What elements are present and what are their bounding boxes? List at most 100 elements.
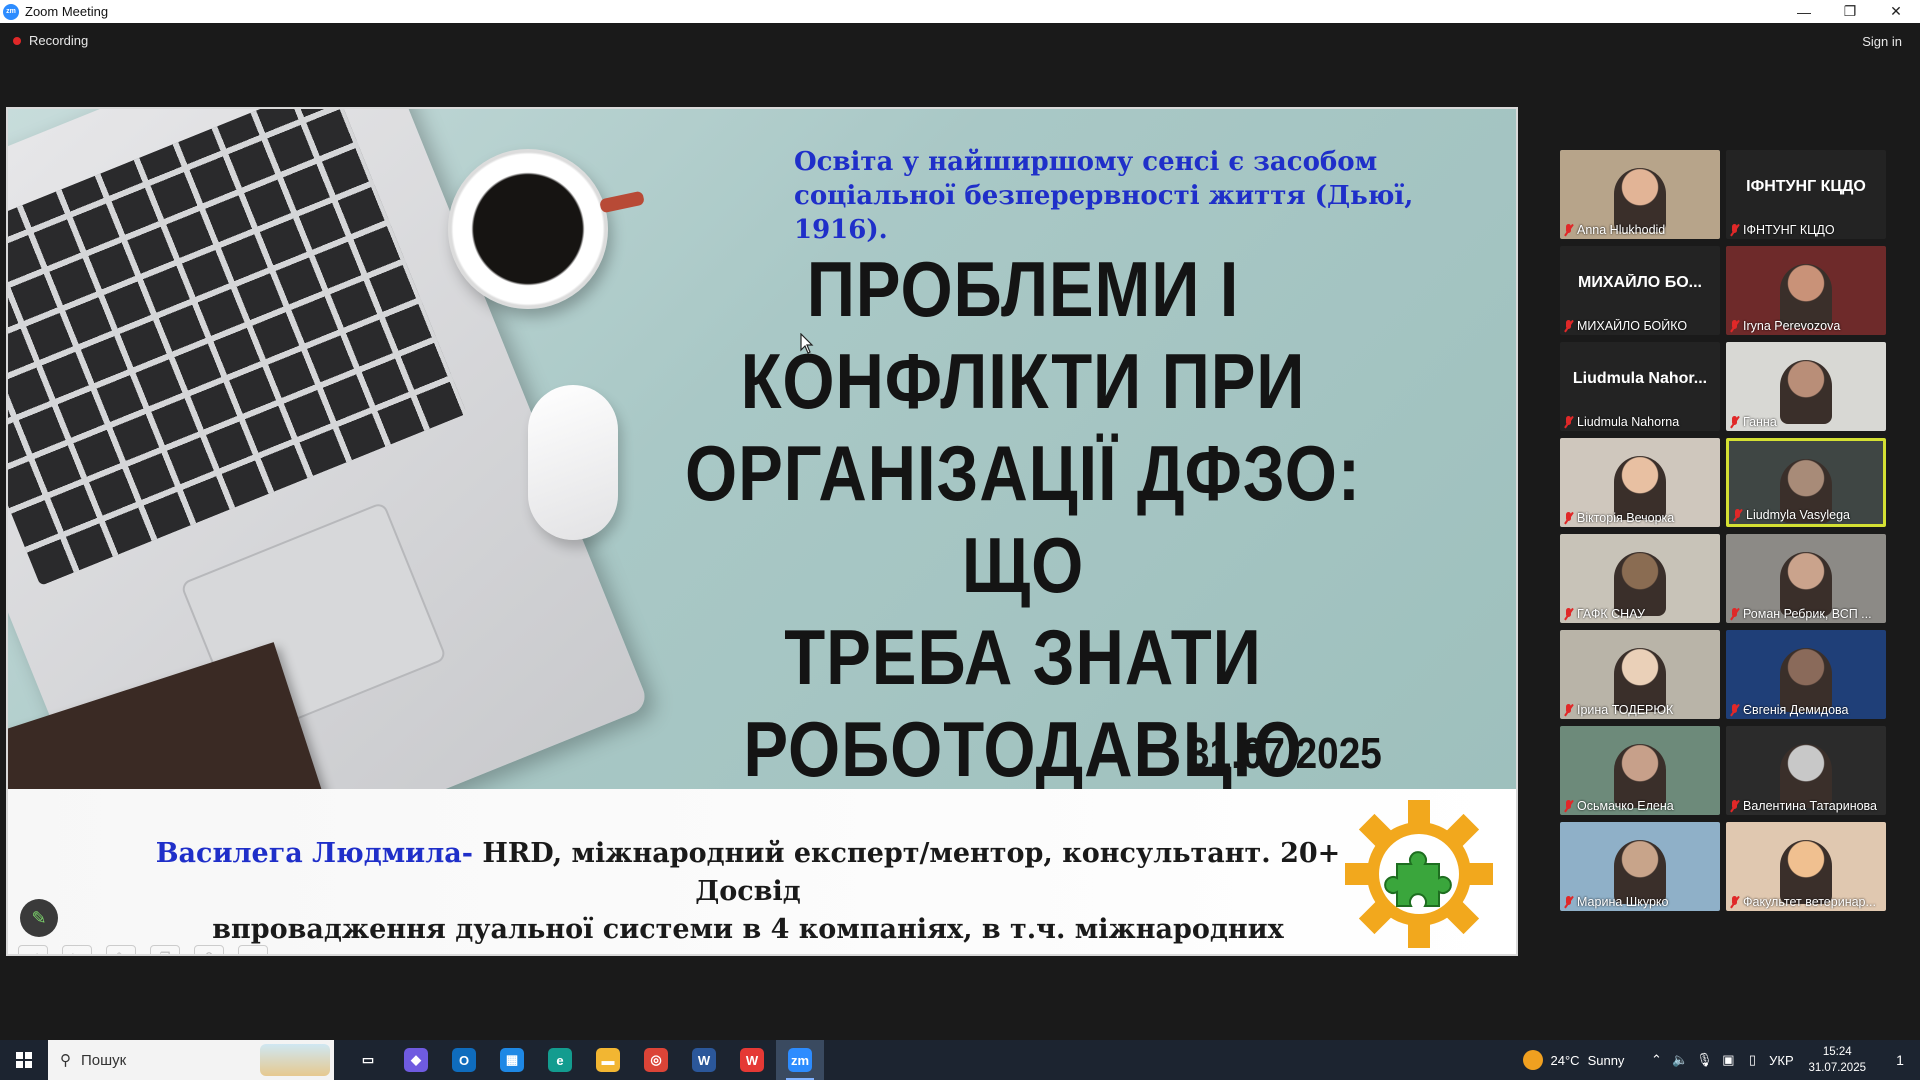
recording-label: Recording [29, 33, 89, 48]
chrome-icon-glyph: ◎ [644, 1048, 668, 1072]
computer-mouse-image [528, 385, 618, 540]
participant-name: Євгенія Демидова [1743, 703, 1849, 717]
zoom-app-icon: zm [3, 3, 19, 20]
participant-tile[interactable]: ГАФК СНАУ [1560, 534, 1720, 623]
restore-icon[interactable]: ❐ [1827, 0, 1873, 23]
participant-tile[interactable]: Роман Ребрик, ВСП ... [1726, 534, 1886, 623]
zoom-icon-glyph: zm [788, 1048, 812, 1072]
annotate-pen-button[interactable]: ✎ [20, 899, 58, 937]
start-button[interactable] [0, 1040, 48, 1080]
wps-icon[interactable]: W [728, 1040, 776, 1080]
microphone-icon[interactable]: 🎙 [1692, 1052, 1716, 1068]
edge-icon[interactable]: e [536, 1040, 584, 1080]
store-icon[interactable]: ▦ [488, 1040, 536, 1080]
participant-name: Вікторія Вечорка [1577, 511, 1675, 525]
participant-tile[interactable]: Осьмачко Елена [1560, 726, 1720, 815]
chrome-icon[interactable]: ◎ [632, 1040, 680, 1080]
participant-name: Марина Шкурко [1577, 895, 1669, 909]
sun-icon [1522, 1050, 1543, 1070]
recording-indicator[interactable]: Recording [13, 33, 88, 48]
explorer-icon[interactable]: ▬ [584, 1040, 632, 1080]
copilot-icon-glyph: ◆ [404, 1048, 428, 1072]
participant-name: ГАФК СНАУ [1577, 607, 1645, 621]
slide-speaker-panel: Василега Людмила- HRD, міжнародний експе… [8, 789, 1516, 954]
taskbar-clock[interactable]: 15:24 31.07.2025 [1808, 1044, 1866, 1076]
keyboard-image [8, 109, 467, 586]
participant-tile[interactable]: ІФНТУНГ КЦДО ІФНТУНГ КЦДО [1726, 150, 1886, 239]
participant-tile[interactable]: Євгенія Демидова [1726, 630, 1886, 719]
more-icon[interactable]: … [238, 945, 268, 954]
participant-name: Anna Hlukhodid [1577, 223, 1666, 237]
participant-name: МИХАЙЛО БОЙКО [1577, 319, 1688, 333]
zoom-icon[interactable]: ⚲ [194, 945, 224, 954]
weather-widget[interactable]: 24°C Sunny [1522, 1050, 1624, 1070]
outlook-icon[interactable]: O [440, 1040, 488, 1080]
participant-name: Liudmula Nahorna [1577, 415, 1680, 429]
participant-name-label: Марина Шкурко [1564, 895, 1716, 909]
pen-icon: ✎ [31, 907, 47, 928]
participant-name: Роман Ребрик, ВСП ... [1743, 607, 1872, 621]
participant-tile[interactable]: Liudmula Nahor... Liudmula Nahorna [1560, 342, 1720, 431]
participant-tile[interactable]: Anna Hlukhodid [1560, 150, 1720, 239]
taskbar-search[interactable]: ⚲ Пошук [48, 1040, 334, 1080]
slide-title-line: ОРГАНІЗАЦІЇ ДФЗО: ЩО [685, 429, 1361, 609]
word-icon[interactable]: W [680, 1040, 728, 1080]
minimize-icon[interactable]: — [1781, 0, 1827, 23]
mic-muted-icon [1730, 800, 1739, 812]
participant-name-label: Осьмачко Елена [1564, 799, 1716, 813]
participant-tile[interactable]: Факультет ветеринар... [1726, 822, 1886, 911]
participant-tile[interactable]: Марина Шкурко [1560, 822, 1720, 911]
mic-muted-icon [1730, 896, 1739, 908]
recording-dot-icon [13, 36, 21, 45]
participant-display-name: ІФНТУНГ КЦДО [1746, 178, 1866, 195]
notification-center-icon[interactable]: 1 [1880, 1040, 1920, 1080]
participant-tile[interactable]: Валентина Татаринова [1726, 726, 1886, 815]
clock-date: 31.07.2025 [1808, 1062, 1866, 1074]
window-title: Zoom Meeting [25, 4, 109, 19]
pencil-icon[interactable]: ✎ [106, 945, 136, 954]
participant-name-label: Вікторія Вечорка [1564, 511, 1716, 525]
sign-in-link[interactable]: Sign in [1862, 34, 1902, 49]
participant-name: Iryna Perevozova [1743, 319, 1841, 333]
network-icon[interactable]: ▯ [1740, 1052, 1764, 1068]
edge-icon-glyph: e [548, 1048, 572, 1072]
search-highlight-image [260, 1044, 330, 1076]
participant-name-label: Liudmyla Vasylega [1733, 508, 1879, 522]
speaker-icon[interactable]: 🔈 [1668, 1052, 1692, 1068]
participant-tile[interactable]: МИХАЙЛО БО... МИХАЙЛО БОЙКО [1560, 246, 1720, 335]
mic-muted-icon [1564, 608, 1573, 620]
task-view-icon[interactable]: ▭ [344, 1040, 392, 1080]
slide-title-line: ТРЕБА ЗНАТИ [784, 613, 1262, 701]
slide-title-line: ПРОБЛЕМИ І [806, 245, 1240, 333]
store-icon-glyph: ▦ [500, 1048, 524, 1072]
back-arrow-icon[interactable]: ◀ [18, 945, 48, 954]
mic-muted-icon [1564, 800, 1573, 812]
participant-name-label: ІФНТУНГ КЦДО [1730, 223, 1882, 237]
window-titlebar: zm Zoom Meeting — ❐ ✕ [0, 0, 1920, 23]
slide-title-line: КОНФЛІКТИ ПРИ [740, 337, 1306, 425]
participant-tile[interactable]: Ірина ТОДЕРЮК [1560, 630, 1720, 719]
language-indicator[interactable]: УКР [1764, 1053, 1798, 1068]
participant-name: Liudmyla Vasylega [1746, 508, 1850, 522]
slide-quote: Освіта у найширшому сенсі є засобом соці… [794, 147, 1414, 245]
copilot-icon[interactable]: ◆ [392, 1040, 440, 1080]
mic-muted-icon [1564, 704, 1573, 716]
speaker-description-1: HRD, міжнародний експерт/ментор, консуль… [472, 838, 1341, 907]
forward-arrow-icon[interactable]: ▶ [62, 945, 92, 954]
participant-name-label: ГАФК СНАУ [1564, 607, 1716, 621]
participant-name-label: Роман Ребрик, ВСП ... [1730, 607, 1882, 621]
participant-tile[interactable]: Liudmyla Vasylega [1726, 438, 1886, 527]
participant-tile[interactable]: Iryna Perevozova [1726, 246, 1886, 335]
mic-muted-icon [1564, 224, 1573, 236]
taskbar-apps: ▭ ◆ O ▦ e ▬ ◎ W Wzm [344, 1040, 824, 1080]
participant-tile[interactable]: Вікторія Вечорка [1560, 438, 1720, 527]
zoom-icon[interactable]: zm [776, 1040, 824, 1080]
camera-icon[interactable]: ▣ [1716, 1052, 1740, 1068]
participant-tile[interactable]: Ганна [1726, 342, 1886, 431]
chevron-up-icon[interactable]: ⌃ [1644, 1052, 1668, 1068]
participant-name-label: Liudmula Nahorna [1564, 415, 1716, 429]
close-icon[interactable]: ✕ [1873, 0, 1919, 23]
copy-icon[interactable]: ❐ [150, 945, 180, 954]
mic-muted-icon [1730, 608, 1739, 620]
coffee-cup-image [448, 149, 608, 309]
